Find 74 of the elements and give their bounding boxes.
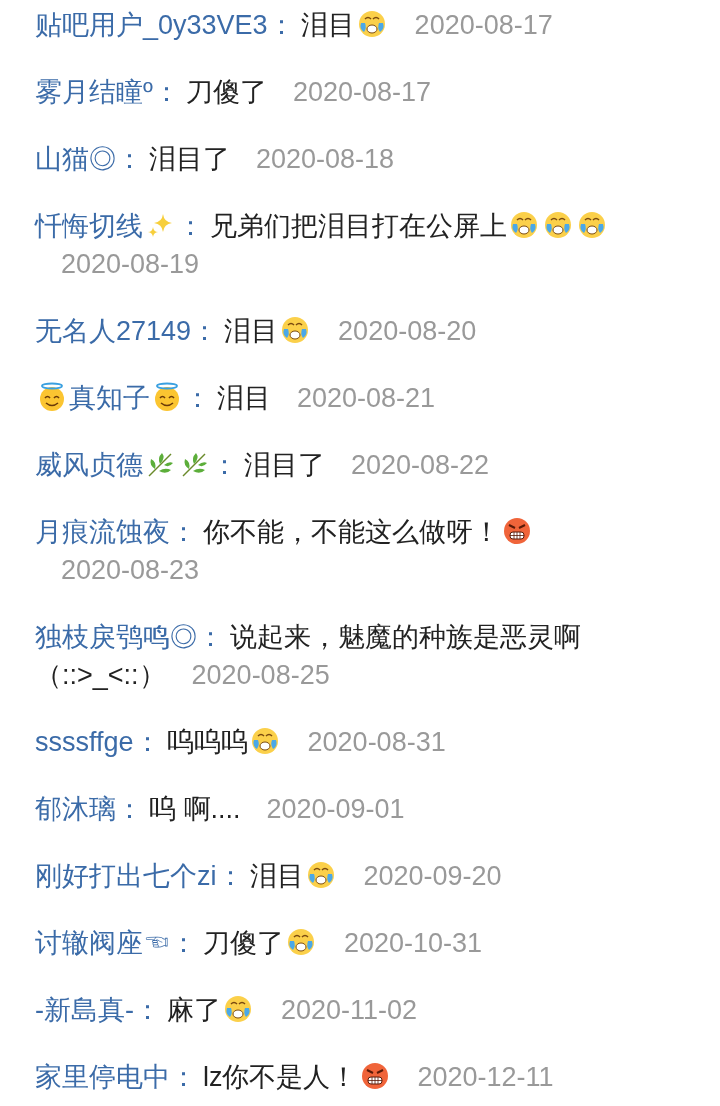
comment-text: 呜 啊.... xyxy=(149,794,241,824)
comment-date: 2020-08-31 xyxy=(307,727,446,757)
crying-face-icon xyxy=(223,994,253,1024)
comment-text: 泪目 xyxy=(217,383,271,413)
comment-text: 泪目了 xyxy=(244,450,325,480)
crying-face-icon xyxy=(305,860,336,890)
colon: ： xyxy=(134,995,161,1025)
username[interactable]: 贴吧用户_0y33VE3 xyxy=(35,10,268,40)
colon: ： xyxy=(216,861,244,891)
crying-face-icon xyxy=(280,315,311,345)
crying-face-icon xyxy=(577,210,607,240)
colon: ： xyxy=(191,316,219,346)
crying-face-icon xyxy=(356,9,387,39)
colon: ： xyxy=(116,794,143,824)
comment-date: 2020-09-01 xyxy=(266,794,405,824)
comment-date: 2020-08-20 xyxy=(338,316,477,346)
colon: ： xyxy=(152,77,180,107)
username[interactable]: 山猫◎ xyxy=(35,144,116,174)
comment-date: 2020-08-22 xyxy=(351,450,490,480)
username[interactable]: 真知子 xyxy=(69,383,150,413)
comment-date: 2020-08-18 xyxy=(256,144,395,174)
username[interactable]: 雾月结瞳º xyxy=(35,77,153,107)
colon: ： xyxy=(170,928,197,958)
comment-date: 2020-12-11 xyxy=(417,1062,554,1092)
colon: ： xyxy=(170,517,197,547)
username[interactable]: 家里停电中 xyxy=(35,1062,170,1092)
halo-smiley-icon xyxy=(152,382,182,412)
comment-text: （::>_<::） xyxy=(35,660,166,690)
colon: ： xyxy=(267,10,295,40)
comment-date: 2020-08-17 xyxy=(292,77,431,107)
crying-face-icon xyxy=(509,210,539,240)
colon: ： xyxy=(133,727,161,757)
colon: ： xyxy=(170,1062,197,1092)
comment-date: 2020-08-25 xyxy=(191,660,330,690)
colon: ： xyxy=(197,622,224,652)
crying-face-icon xyxy=(249,726,280,756)
angry-face-icon xyxy=(359,1061,390,1091)
crying-face-icon xyxy=(543,210,573,240)
username[interactable]: 郁沐璃 xyxy=(35,794,116,824)
comment-text: 泪目 xyxy=(249,861,304,891)
comment-text: lz你不是人！ xyxy=(203,1062,358,1092)
username[interactable]: ssssffge xyxy=(35,727,134,757)
username[interactable]: 无名人27149 xyxy=(35,316,192,346)
username[interactable]: 刚好打出七个zi xyxy=(35,861,217,891)
halo-smiley-icon xyxy=(37,382,67,412)
username[interactable]: 忏悔切线 xyxy=(35,211,143,241)
colon: ： xyxy=(184,383,211,413)
comment-date: 2020-08-21 xyxy=(297,383,436,413)
username[interactable]: 独枝戾鸮鸣◎ xyxy=(35,622,197,652)
comment-text: 你不能，不能这么做呀！ xyxy=(203,517,500,547)
colon: ： xyxy=(211,450,238,480)
comment-text: 呜呜呜 xyxy=(166,727,248,757)
comment-text: 泪目 xyxy=(300,10,355,40)
username[interactable]: 威风贞德 xyxy=(35,450,143,480)
username[interactable]: 月痕流蚀夜 xyxy=(35,517,170,547)
comment-text: 刀傻了 xyxy=(203,928,284,958)
comment-text: 说起来，魅魔的种族是恶灵啊 xyxy=(230,622,581,652)
comment-date: 2020-11-02 xyxy=(281,995,418,1025)
comment-text: 兄弟们把泪目打在公屏上 xyxy=(210,211,507,241)
username[interactable]: 讨辙阀座☜ xyxy=(35,928,170,958)
comment-date: 2020-09-20 xyxy=(363,861,502,891)
username[interactable]: -新島真- xyxy=(35,995,134,1025)
comment-text: 麻了 xyxy=(167,995,221,1025)
comment-date: 2020-10-31 xyxy=(344,928,483,958)
comment-text: 泪目了 xyxy=(149,144,230,174)
crying-face-icon xyxy=(286,927,316,957)
comment-date: 2020-08-19 xyxy=(61,249,200,279)
comment-date: 2020-08-23 xyxy=(61,555,200,585)
comment-text: 泪目 xyxy=(224,316,279,346)
angry-face-icon xyxy=(502,516,532,546)
comment-date: 2020-08-17 xyxy=(414,10,553,40)
colon: ： xyxy=(177,211,204,241)
colon: ： xyxy=(116,144,143,174)
comment-text: 刀傻了 xyxy=(185,77,267,107)
